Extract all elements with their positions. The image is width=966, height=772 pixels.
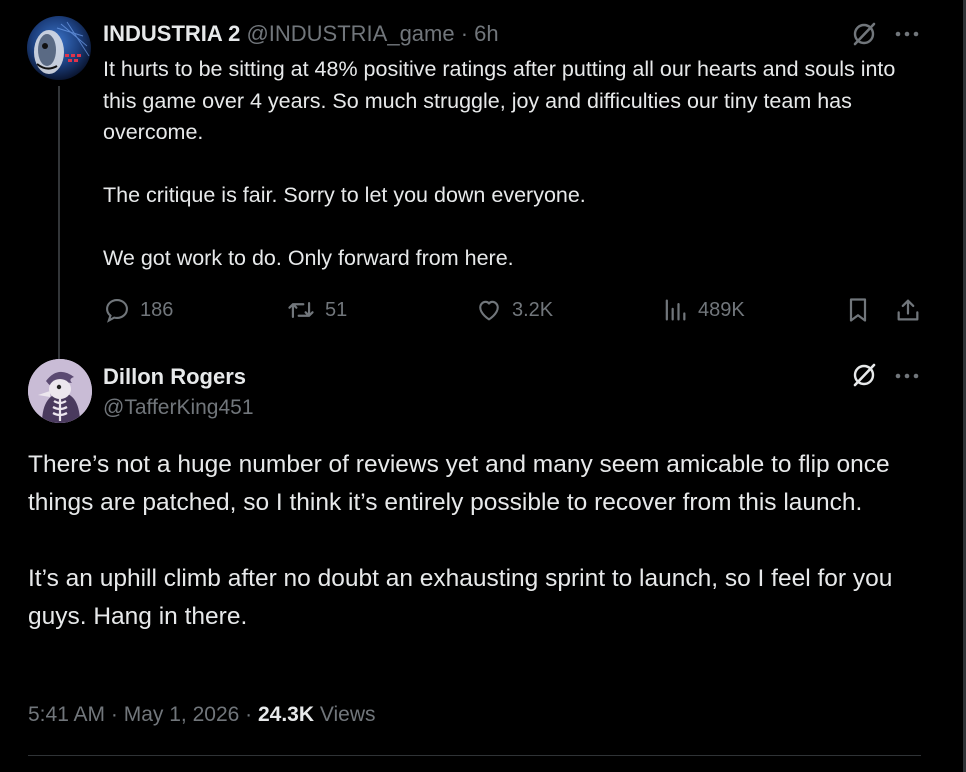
- views-label: Views: [314, 703, 376, 726]
- reply-count: 186: [140, 298, 174, 321]
- reply-button[interactable]: 186: [103, 294, 173, 326]
- reply-icon: [106, 299, 128, 323]
- bookmark-icon: [849, 298, 867, 322]
- tweet-header: INDUSTRIA 2 @INDUSTRIA_game · 6h: [103, 18, 499, 50]
- views-button[interactable]: 489K: [661, 294, 745, 326]
- divider: [28, 755, 921, 756]
- handle[interactable]: @TafferKing451: [103, 393, 254, 423]
- views-count: 24.3K: [257, 703, 315, 726]
- display-name[interactable]: INDUSTRIA 2: [103, 21, 240, 46]
- analytics-icon: [665, 299, 686, 321]
- like-button[interactable]: 3.2K: [475, 294, 553, 326]
- thread-line: [58, 86, 60, 370]
- more-icon[interactable]: [894, 24, 920, 44]
- repost-count: 51: [325, 298, 348, 321]
- grok-icon[interactable]: [850, 20, 878, 48]
- tweet-actions: 186 51 3.2K 489K: [103, 294, 923, 326]
- reply-paragraph: There’s not a huge number of reviews yet…: [28, 451, 890, 516]
- heart-icon: [479, 300, 499, 321]
- display-name[interactable]: Dillon Rogers: [103, 361, 246, 393]
- share-icon: [897, 299, 919, 321]
- avatar[interactable]: [27, 16, 91, 80]
- repost-icon: [288, 301, 314, 319]
- tweet-age[interactable]: 6h: [474, 21, 498, 46]
- separator: ·: [239, 703, 258, 726]
- tweet-paragraph: We got work to do. Only forward from her…: [103, 246, 514, 270]
- tweet-paragraph: The critique is fair. Sorry to let you d…: [103, 183, 586, 207]
- repost-button[interactable]: 51: [286, 294, 347, 326]
- more-icon[interactable]: [894, 366, 920, 386]
- grok-icon[interactable]: [850, 361, 878, 389]
- avatar[interactable]: [28, 359, 92, 423]
- tweet-time[interactable]: 5:41 AM: [28, 703, 105, 726]
- views-count: 489K: [698, 298, 745, 321]
- handle[interactable]: @INDUSTRIA_game: [246, 21, 454, 46]
- reply-text: There’s not a huge number of reviews yet…: [28, 446, 928, 636]
- like-count: 3.2K: [512, 298, 554, 321]
- share-button[interactable]: [894, 294, 922, 326]
- tweet-meta: 5:41 AM · May 1, 2026 · 24.3K Views: [28, 700, 376, 730]
- separator: ·: [454, 21, 475, 46]
- tweet-text: It hurts to be sitting at 48% positive r…: [103, 54, 903, 275]
- reply-paragraph: It’s an uphill climb after no doubt an e…: [28, 565, 893, 630]
- bookmark-button[interactable]: [845, 294, 871, 326]
- tweet-paragraph: It hurts to be sitting at 48% positive r…: [103, 57, 896, 144]
- tweet-date[interactable]: May 1, 2026: [124, 703, 240, 726]
- separator: ·: [105, 703, 124, 726]
